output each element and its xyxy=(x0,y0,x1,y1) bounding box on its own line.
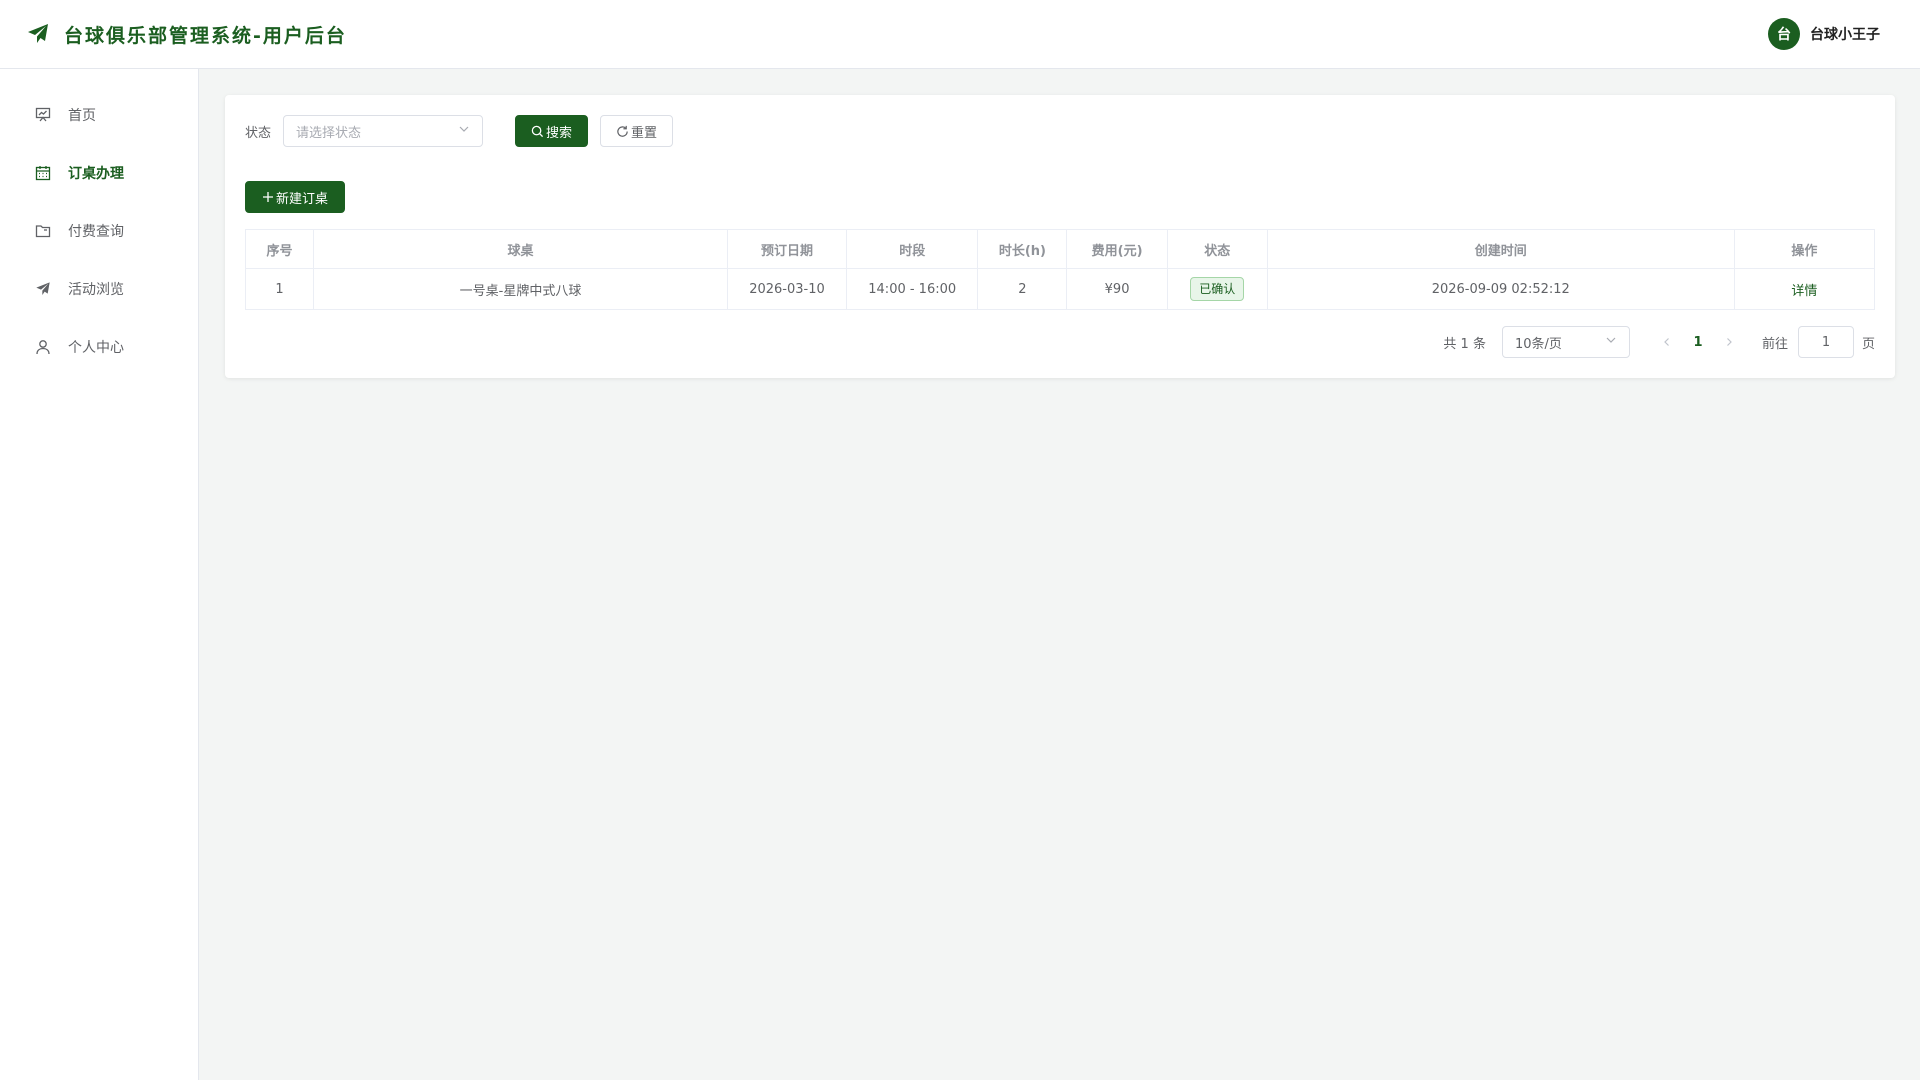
cell-action: 详情 xyxy=(1733,268,1876,310)
new-booking-button[interactable]: 新建订桌 xyxy=(245,181,346,213)
paper-plane-icon xyxy=(34,280,52,298)
booking-panel: 状态 请选择状态 搜索 重置 新建订桌 序号 球桌 预订日期 时段 时长(h) xyxy=(225,95,1895,378)
status-select[interactable]: 请选择状态 xyxy=(283,115,484,147)
chevron-left-icon xyxy=(1664,338,1669,346)
sidebar-item-profile[interactable]: 个人中心 xyxy=(0,318,198,376)
page-number[interactable]: 1 xyxy=(1680,326,1716,358)
goto-page: 前往 页 xyxy=(1762,326,1875,358)
page-size-select[interactable]: 10条/页 xyxy=(1501,326,1630,358)
booking-table: 序号 球桌 预订日期 时段 时长(h) 费用(元) 状态 创建时间 操作 1 一… xyxy=(244,229,1876,310)
sidebar-item-booking[interactable]: 订桌办理 xyxy=(0,144,198,202)
filter-bar: 状态 请选择状态 搜索 重置 xyxy=(245,115,674,147)
cell-index: 1 xyxy=(244,268,315,310)
search-icon xyxy=(531,125,544,137)
reset-button[interactable]: 重置 xyxy=(600,115,674,147)
column-header: 预订日期 xyxy=(726,229,848,269)
column-header: 球桌 xyxy=(313,229,728,269)
chevron-down-icon xyxy=(1605,334,1617,350)
table-header-row: 序号 球桌 预订日期 时段 时长(h) 费用(元) 状态 创建时间 操作 xyxy=(244,229,1876,269)
cell-table: 一号桌-星牌中式八球 xyxy=(313,268,728,310)
column-header: 序号 xyxy=(244,229,315,269)
column-header: 创建时间 xyxy=(1266,229,1735,269)
column-header: 操作 xyxy=(1733,229,1876,269)
pagination-total: 共 1 条 xyxy=(1443,336,1486,352)
search-button[interactable]: 搜索 xyxy=(515,115,589,147)
table-row: 1 一号桌-星牌中式八球 2026-03-10 14:00 - 16:00 2 … xyxy=(244,268,1876,310)
avatar[interactable]: 台 xyxy=(1768,18,1800,50)
calendar-icon xyxy=(34,164,52,182)
cell-created: 2026-09-09 02:52:12 xyxy=(1266,268,1735,310)
sidebar-item-home[interactable]: 首页 xyxy=(0,86,198,144)
cell-fee: ¥90 xyxy=(1066,268,1168,310)
presentation-icon xyxy=(34,106,52,124)
column-header: 费用(元) xyxy=(1066,229,1168,269)
chevron-down-icon xyxy=(458,123,470,139)
sidebar: 首页 订桌办理 付费查询 活动浏览 个人中心 xyxy=(0,69,199,1080)
status-select-placeholder: 请选择状态 xyxy=(296,125,362,141)
sidebar-item-label: 付费查询 xyxy=(68,224,124,240)
sidebar-item-payment[interactable]: 付费查询 xyxy=(0,202,198,260)
brand: 台球俱乐部管理系统-用户后台 xyxy=(26,21,347,48)
paper-plane-icon xyxy=(26,22,50,46)
page-suffix: 页 xyxy=(1861,336,1875,352)
goto-label: 前往 xyxy=(1761,336,1788,352)
sidebar-item-label: 订桌办理 xyxy=(68,166,124,182)
new-booking-label: 新建订桌 xyxy=(276,191,329,207)
column-header: 时段 xyxy=(846,229,979,269)
next-page-button[interactable] xyxy=(1716,326,1742,358)
user-menu[interactable]: 台 台球小王子 xyxy=(1768,18,1880,50)
status-badge: 已确认 xyxy=(1190,277,1245,301)
sidebar-item-label: 活动浏览 xyxy=(68,282,124,298)
detail-link[interactable]: 详情 xyxy=(1791,284,1817,299)
user-name[interactable]: 台球小王子 xyxy=(1810,24,1880,44)
goto-page-input[interactable] xyxy=(1797,326,1854,358)
search-button-label: 搜索 xyxy=(546,125,573,141)
refresh-icon xyxy=(617,125,628,137)
reset-button-label: 重置 xyxy=(631,125,658,141)
cell-slot: 14:00 - 16:00 xyxy=(846,268,979,310)
top-header: 台球俱乐部管理系统-用户后台 台 台球小王子 xyxy=(0,0,1920,69)
pagination: 共 1 条 10条/页 1 前往 页 xyxy=(1443,326,1875,358)
chevron-right-icon xyxy=(1727,338,1732,346)
user-icon xyxy=(34,338,52,356)
page-size-value: 10条/页 xyxy=(1514,336,1562,352)
folder-icon xyxy=(34,222,52,240)
app-title: 台球俱乐部管理系统-用户后台 xyxy=(64,24,347,47)
sidebar-item-label: 个人中心 xyxy=(68,340,124,356)
sidebar-item-activities[interactable]: 活动浏览 xyxy=(0,260,198,318)
status-filter-label: 状态 xyxy=(245,125,272,141)
column-header: 状态 xyxy=(1166,229,1268,269)
cell-date: 2026-03-10 xyxy=(726,268,848,310)
plus-icon xyxy=(263,192,273,202)
prev-page-button[interactable] xyxy=(1654,326,1680,358)
cell-status: 已确认 xyxy=(1166,268,1268,310)
column-header: 时长(h) xyxy=(977,229,1068,269)
sidebar-item-label: 首页 xyxy=(68,108,96,124)
cell-hours: 2 xyxy=(977,268,1068,310)
